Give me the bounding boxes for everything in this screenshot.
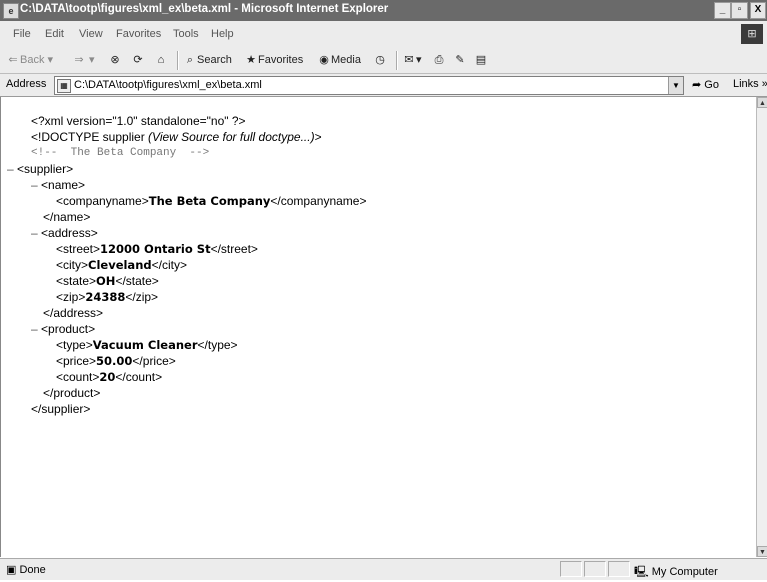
name-close-line: </name> — [43, 210, 91, 224]
menu-help[interactable]: Help — [211, 28, 234, 40]
address-bar: Address ▦ C:\DATA\tootp\figures\xml_ex\b… — [0, 74, 767, 97]
home-button[interactable]: ⌂ — [154, 52, 168, 69]
page-done-icon: ▣ — [6, 564, 17, 576]
status-pane — [584, 561, 606, 577]
mail-button[interactable]: ✉ ▾ — [402, 52, 421, 69]
discuss-icon: ▤ — [475, 54, 487, 66]
menu-file[interactable]: File — [13, 28, 31, 40]
address-close-line: </address> — [43, 306, 104, 320]
address-input[interactable]: ▦ C:\DATA\tootp\figures\xml_ex\beta.xml … — [54, 76, 684, 95]
status-pane — [560, 561, 582, 577]
toolbar-separator — [396, 51, 398, 70]
collapse-toggle-product[interactable]: – — [31, 322, 38, 336]
security-zone: 🖳 My Computer — [634, 566, 718, 578]
state-element: <state>OH</state> — [56, 274, 159, 288]
links-button[interactable]: Links » — [733, 78, 767, 90]
title-bar: e C:\DATA\tootp\figures\xml_ex\beta.xml … — [0, 0, 767, 21]
edit-button[interactable]: ✎ — [453, 52, 467, 69]
back-arrow-icon: ⇐ — [8, 54, 18, 66]
scroll-down-button[interactable]: ▼ — [757, 546, 767, 557]
history-icon: ◷ — [375, 54, 385, 66]
refresh-button[interactable]: ⟳ — [131, 52, 145, 69]
count-element: <count>20</count> — [56, 370, 163, 384]
home-icon: ⌂ — [157, 54, 165, 66]
edit-icon: ✎ — [455, 54, 465, 66]
menu-bar: File Edit View Favorites Tools Help ⊞ — [0, 21, 767, 49]
city-element: <city>Cleveland</city> — [56, 258, 187, 272]
go-button[interactable]: ➦ Go — [692, 78, 719, 91]
window-title: C:\DATA\tootp\figures\xml_ex\beta.xml - … — [20, 3, 389, 15]
street-element: <street>12000 Ontario St</street> — [56, 242, 258, 256]
supplier-open-line: – <supplier> — [7, 162, 74, 176]
windows-logo-icon: ⊞ — [741, 24, 763, 44]
forward-button[interactable]: ⇒ ▾ — [72, 52, 94, 69]
collapse-toggle-supplier[interactable]: – — [7, 162, 14, 176]
type-element: <type>Vacuum Cleaner</type> — [56, 338, 238, 352]
forward-arrow-icon: ⇒ — [74, 54, 84, 66]
address-label: Address — [6, 78, 47, 90]
maximize-button[interactable]: ▫ — [731, 2, 748, 19]
zip-element: <zip>24388</zip> — [56, 290, 159, 304]
companyname-element: <companyname>The Beta Company</companyna… — [56, 194, 367, 208]
collapse-toggle-address[interactable]: – — [31, 226, 38, 240]
menu-tools[interactable]: Tools — [173, 28, 199, 40]
search-icon: ⌕ — [186, 54, 194, 66]
product-open-line: – <product> — [31, 322, 96, 336]
my-computer-icon: 🖳 — [634, 566, 649, 578]
mail-icon: ✉ — [404, 54, 414, 66]
close-button[interactable]: X — [750, 2, 766, 19]
media-button[interactable]: ◉ Media — [317, 52, 361, 69]
search-button[interactable]: ⌕ Search — [183, 52, 232, 69]
refresh-icon: ⟳ — [133, 54, 143, 66]
xml-document-view: <?xml version="1.0" standalone="no" ?> <… — [0, 97, 756, 557]
name-open-line: – <name> — [31, 178, 86, 192]
scroll-up-button[interactable]: ▲ — [757, 97, 767, 108]
stop-icon: ⊗ — [110, 54, 120, 66]
xml-doctype: <!DOCTYPE supplier (View Source for full… — [31, 130, 322, 144]
xml-prolog: <?xml version="1.0" standalone="no" ?> — [31, 114, 246, 128]
page-icon: ▦ — [57, 79, 71, 93]
address-url[interactable]: C:\DATA\tootp\figures\xml_ex\beta.xml — [74, 79, 262, 91]
favorites-button[interactable]: ★ Favorites — [244, 52, 303, 69]
vertical-scrollbar[interactable]: ▲ ▼ — [756, 97, 767, 557]
address-dropdown-button[interactable]: ▼ — [668, 77, 683, 94]
price-element: <price>50.00</price> — [56, 354, 176, 368]
back-button[interactable]: ⇐ Back ▾ — [6, 52, 53, 69]
status-bar: ▣ Done 🖳 My Computer — [0, 558, 767, 580]
collapse-toggle-name[interactable]: – — [31, 178, 38, 192]
discuss-button[interactable]: ▤ — [474, 52, 488, 69]
status-text: ▣ Done — [6, 564, 46, 576]
print-icon: ⎙ — [434, 54, 444, 66]
supplier-close-line: </supplier> — [31, 402, 91, 416]
toolbar-separator — [177, 51, 179, 70]
print-button[interactable]: ⎙ — [432, 52, 446, 69]
go-icon: ➦ — [692, 79, 702, 91]
favorites-icon: ★ — [246, 54, 256, 66]
minimize-button[interactable]: _ — [714, 2, 731, 19]
xml-comment: <!-- The Beta Company --> — [31, 147, 210, 159]
menu-edit[interactable]: Edit — [45, 28, 64, 40]
status-pane — [608, 561, 630, 577]
ie-page-icon[interactable]: e — [3, 3, 19, 19]
doctype-note: (View Source for full doctype...) — [148, 130, 315, 144]
address-open-line: – <address> — [31, 226, 98, 240]
product-close-line: </product> — [43, 386, 101, 400]
toolbar: ⇐ Back ▾ ⇒ ▾ ⊗ ⟳ ⌂ ⌕ Search ★ Favorites ◉ Me… — [0, 48, 767, 74]
history-button[interactable]: ◷ — [373, 52, 387, 69]
stop-button[interactable]: ⊗ — [108, 52, 122, 69]
media-icon: ◉ — [319, 54, 329, 66]
menu-favorites[interactable]: Favorites — [116, 28, 161, 40]
menu-view[interactable]: View — [79, 28, 103, 40]
